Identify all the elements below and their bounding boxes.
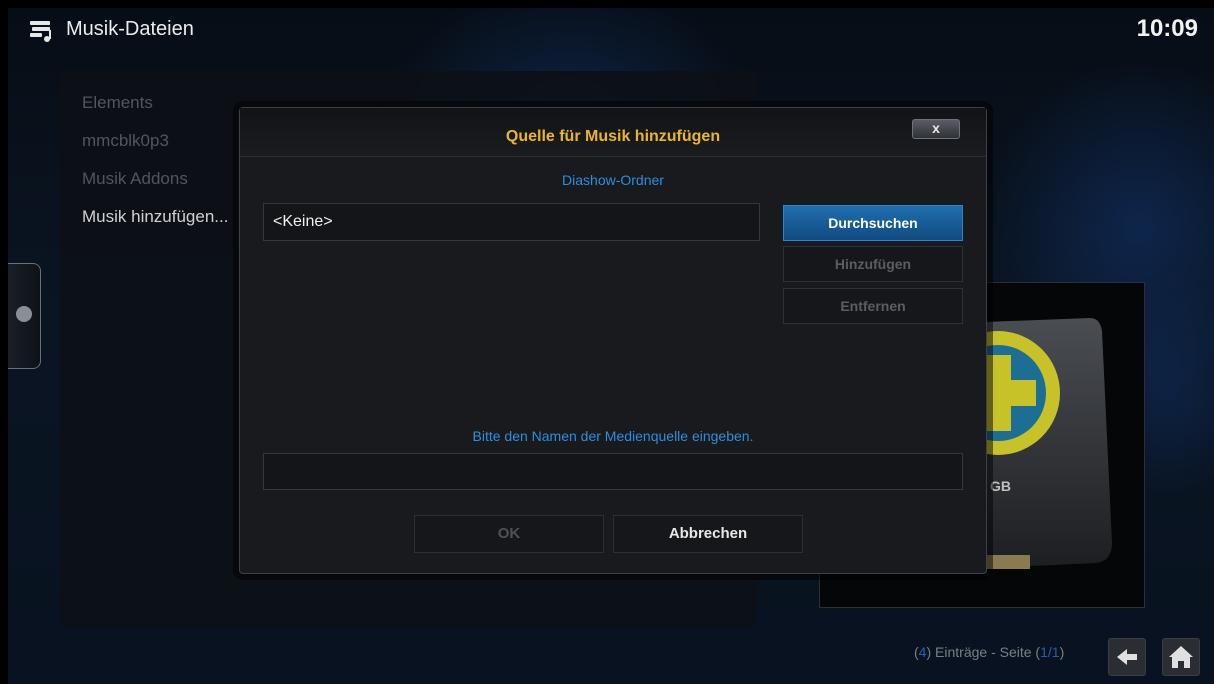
clock: 10:09 xyxy=(1136,15,1198,42)
back-arrow-icon xyxy=(1117,649,1137,665)
home-icon xyxy=(1169,646,1193,668)
entries-text: Einträge - Seite xyxy=(935,644,1032,660)
dialog-header: Quelle für Musik hinzufügen x xyxy=(240,108,986,157)
entry-count-value: 4 xyxy=(918,644,927,660)
ok-button[interactable]: OK xyxy=(414,515,604,553)
remove-button[interactable]: Entfernen xyxy=(783,288,963,324)
side-menu-tab[interactable] xyxy=(8,263,41,369)
add-button[interactable]: Hinzufügen xyxy=(783,246,963,282)
source-name-input[interactable] xyxy=(263,453,963,490)
add-source-dialog: Quelle für Musik hinzufügen x Diashow-Or… xyxy=(239,107,987,574)
close-button[interactable]: x xyxy=(912,119,960,139)
entry-count: (4) Einträge - Seite (1/1) xyxy=(914,644,1065,660)
browse-button[interactable]: Durchsuchen xyxy=(783,205,963,241)
list-item[interactable]: mmcblk0p3 xyxy=(82,131,169,151)
dialog-title: Quelle für Musik hinzufügen xyxy=(505,128,721,145)
section-label: Diashow-Ordner xyxy=(562,172,664,188)
list-item[interactable]: Musik Addons xyxy=(82,169,188,189)
screen: Musik-Dateien 10:09 Elements mmcblk0p3 M… xyxy=(8,8,1214,684)
cancel-button[interactable]: Abbrechen xyxy=(613,515,803,553)
back-button[interactable] xyxy=(1108,638,1146,676)
side-menu-icon xyxy=(16,306,32,322)
page-title: Musik-Dateien xyxy=(66,18,194,40)
page-indicator: 1/1 xyxy=(1040,644,1060,660)
source-path-field[interactable]: <Keine> xyxy=(263,203,760,241)
list-item[interactable]: Elements xyxy=(82,93,153,113)
source-name-label: Bitte den Namen der Medienquelle eingebe… xyxy=(472,428,754,444)
list-item[interactable]: Musik hinzufügen... xyxy=(82,207,228,227)
source-path-value: <Keine> xyxy=(273,213,333,230)
home-button[interactable] xyxy=(1162,638,1200,676)
footer: (4) Einträge - Seite (1/1) xyxy=(8,630,1214,684)
top-bar: Musik-Dateien 10:09 xyxy=(8,8,1214,56)
music-files-icon xyxy=(28,18,54,44)
preview-label: GB xyxy=(990,478,1011,494)
close-icon: x xyxy=(932,120,940,136)
